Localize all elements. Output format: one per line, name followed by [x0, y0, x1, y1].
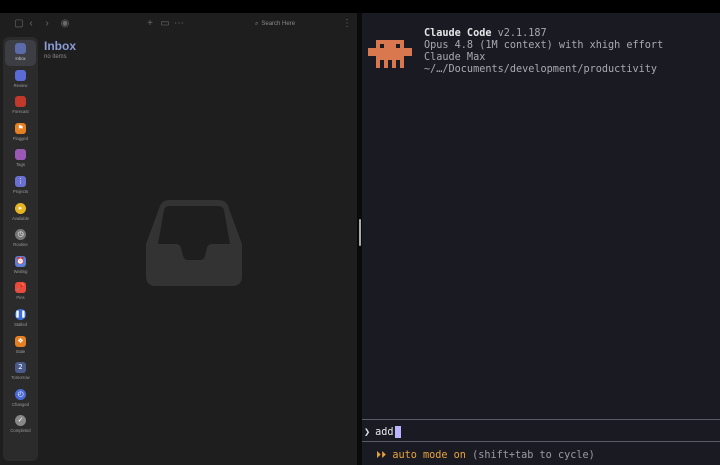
sidebar-item-completed[interactable]: ✓ Completed — [3, 412, 38, 438]
available-icon: ▸ — [15, 202, 26, 214]
toolbar: ▢ ‹ › ◉ + ▭ ⋯ ⌕ Search Here ⋮ — [0, 13, 357, 35]
mode-status: ⏵⏵ auto mode on (shift+tab to cycle) — [376, 450, 595, 462]
sidebar-item-label: Changed — [12, 401, 29, 407]
sidebar-item-label: Available — [12, 215, 29, 221]
sidebar-item-label: Review — [13, 82, 28, 88]
mode-text: auto mode on — [392, 450, 466, 461]
sidebar-item-tags[interactable]: Tags — [3, 146, 38, 172]
back-icon[interactable]: ‹ — [24, 17, 38, 31]
sidebar-item-stale[interactable]: ❖ Stale — [3, 333, 38, 359]
sidebar-item-label: Flagged — [12, 135, 29, 141]
model-line: Opus 4.8 (1M context) with xhigh effort — [424, 40, 664, 51]
page-title: Inbox — [44, 39, 76, 53]
sidebar-item-label: Inbox — [15, 56, 26, 61]
view-options-icon[interactable]: ◉ — [58, 17, 72, 31]
sidebar-item-review[interactable]: Review — [3, 67, 38, 93]
changed-icon: ◴ — [15, 388, 26, 400]
sidebar-item-projects[interactable]: ⋮ Projects — [3, 173, 38, 199]
inbox-icon — [15, 43, 26, 54]
path-line: ~/…/Documents/development/productivity — [424, 64, 658, 75]
divider-handle[interactable] — [359, 219, 361, 246]
sidebar-item-label: Pins — [16, 295, 25, 301]
sidebar-item-inbox[interactable]: Inbox — [5, 40, 36, 66]
input-top-rule — [362, 419, 720, 420]
stale-icon: ❖ — [15, 335, 26, 347]
app-name: Claude Code — [424, 28, 492, 39]
forward-icon[interactable]: › — [40, 17, 54, 31]
item-count: no items — [44, 54, 67, 60]
input-bottom-rule — [362, 441, 720, 442]
claude-mascot-icon — [368, 40, 412, 76]
search-icon: ⌕ — [255, 20, 259, 27]
sidebar-item-label: Routine — [13, 242, 28, 248]
app-version: v2.1.187 — [497, 28, 547, 39]
task-manager-window: ▢ ‹ › ◉ + ▭ ⋯ ⌕ Search Here ⋮ Inbox Revie… — [0, 13, 357, 465]
forecast-icon — [15, 96, 26, 108]
sidebar-item-label: Projects — [12, 189, 29, 194]
waiting-icon: ⏰ — [15, 255, 26, 267]
sidebar-item-label: Tomorrow — [11, 375, 30, 381]
sidebar-item-label: Stalled — [14, 322, 27, 327]
review-icon — [15, 69, 26, 81]
sidebar-item-flagged[interactable]: ⚑ Flagged — [3, 120, 38, 146]
sidebar-item-label: Tags — [16, 162, 25, 168]
sidebar-item-changed[interactable]: ◴ Changed — [3, 386, 38, 412]
sidebar-item-forecast[interactable]: Forecast — [3, 93, 38, 119]
sidebar-item-label: Waiting — [13, 268, 28, 274]
add-item-icon[interactable]: + — [143, 17, 157, 31]
sidebar: Inbox Review Forecast ⚑ Flagged Tags ⋮ Projects… — [3, 37, 38, 461]
projects-icon: ⋮ — [15, 176, 26, 187]
sidebar-item-waiting[interactable]: ⏰ Waiting — [3, 253, 38, 279]
flag-icon: ⚑ — [15, 122, 26, 134]
app-name-line: Claude Code v2.1.187 — [424, 28, 547, 39]
sidebar-item-label: Stale — [15, 348, 26, 354]
terminal-window: Claude Code v2.1.187 Opus 4.8 (1M contex… — [362, 13, 720, 465]
routine-icon: ◷ — [15, 229, 26, 241]
search-field[interactable]: ⌕ Search Here — [255, 18, 295, 30]
pin-icon: 📌 — [15, 282, 26, 294]
plan-line: Claude Max — [424, 52, 486, 63]
sidebar-item-label: Forecast — [12, 109, 29, 115]
empty-inbox-icon — [146, 200, 242, 291]
sidebar-item-tomorrow[interactable]: 2 Tomorrow — [3, 359, 38, 385]
inbox-view: Inbox no items — [40, 37, 357, 461]
tag-icon — [15, 149, 26, 161]
sidebar-item-routine[interactable]: ◷ Routine — [3, 226, 38, 252]
sidebar-item-label: Completed — [10, 428, 31, 434]
sidebar-item-available[interactable]: ▸ Available — [3, 200, 38, 226]
completed-icon: ✓ — [15, 415, 26, 427]
sidebar-item-stalled[interactable]: ❚❚ Stalled — [3, 306, 38, 332]
text-cursor — [394, 426, 401, 438]
inbox-action-icon[interactable]: ▭ — [158, 17, 172, 31]
stalled-icon: ❚❚ — [14, 309, 27, 320]
search-placeholder: Search Here — [261, 21, 296, 27]
tomorrow-icon: 2 — [15, 362, 26, 374]
mode-arrows-icon: ⏵⏵ — [376, 450, 387, 461]
prompt-input[interactable]: ❯ add — [364, 426, 401, 438]
mode-hint: (shift+tab to cycle) — [472, 450, 595, 461]
sidebar-item-pins[interactable]: 📌 Pins — [3, 279, 38, 305]
prompt-char: ❯ — [364, 426, 371, 438]
more-toolbar-icon[interactable]: ⋯ — [172, 17, 186, 31]
prompt-text[interactable]: add — [375, 427, 393, 438]
menu-icon[interactable]: ⋮ — [340, 17, 354, 31]
